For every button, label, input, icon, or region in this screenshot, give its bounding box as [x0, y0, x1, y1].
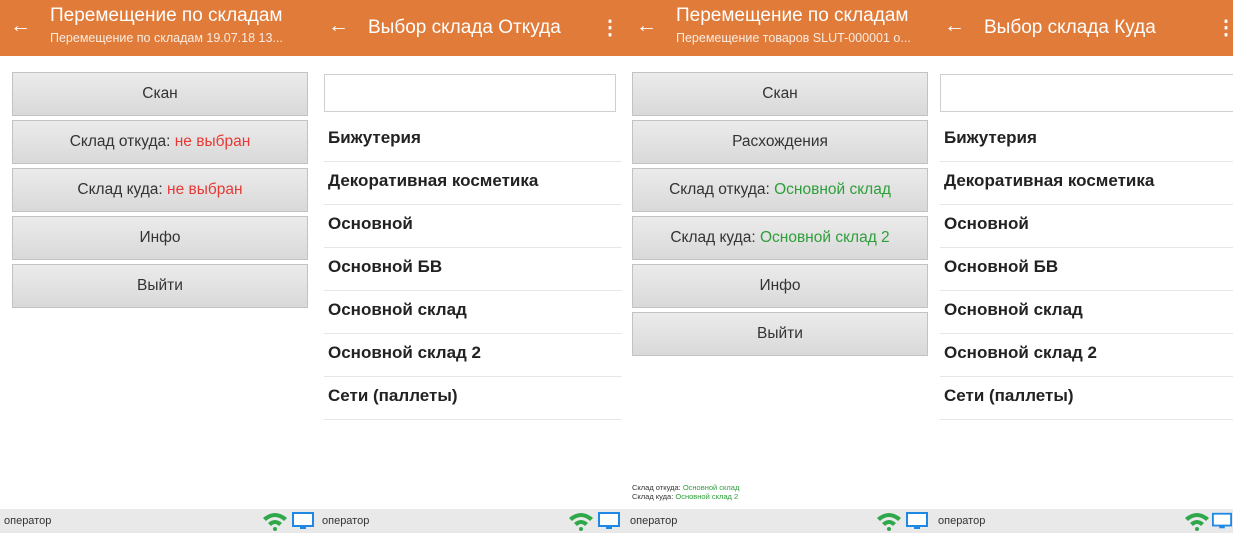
from-warehouse-button[interactable]: Склад откуда: Основной склад — [632, 168, 928, 212]
app-header: ← Выбор склада Откуда ⋮ — [318, 0, 626, 56]
list-item-label: Основной БВ — [328, 257, 443, 276]
list-item-label: Основной БВ — [944, 257, 1059, 276]
back-arrow-icon[interactable]: ← — [636, 14, 657, 38]
list-item[interactable]: Декоративная косметика — [324, 161, 622, 205]
list-item[interactable]: Основной склад 2 — [324, 333, 622, 377]
list-item[interactable]: Бижутерия — [324, 118, 622, 162]
more-vertical-icon[interactable]: ⋮ — [600, 16, 620, 40]
search-input[interactable] — [324, 74, 616, 112]
list-item-label: Декоративная косметика — [944, 171, 1155, 190]
more-vertical-icon[interactable]: ⋮ — [1216, 16, 1233, 40]
list-item-label: Основной склад — [328, 300, 467, 319]
wifi-icon — [263, 513, 287, 531]
back-arrow-icon[interactable]: ← — [10, 14, 31, 38]
panel-select-to: ← Выбор склада Куда ⋮ Бижутерия Декорати… — [934, 0, 1233, 533]
wifi-icon — [1185, 513, 1209, 531]
list-item-label: Сети (паллеты) — [328, 386, 458, 405]
to-warehouse-button[interactable]: Склад куда: Основной склад 2 — [632, 216, 928, 260]
to-warehouse-label: Склад куда: — [77, 181, 168, 198]
list-item-label: Основной — [944, 214, 1029, 233]
list-item[interactable]: Сети (паллеты) — [940, 376, 1233, 420]
list-item[interactable]: Сети (паллеты) — [324, 376, 622, 420]
info-button[interactable]: Инфо — [12, 216, 308, 260]
list-item[interactable]: Основной БВ — [940, 247, 1233, 291]
list-item-label: Основной склад 2 — [328, 343, 481, 362]
header-title: Выбор склада Откуда — [368, 17, 561, 38]
monitor-icon — [598, 512, 620, 529]
footer-from-value: Основной склад — [682, 483, 740, 492]
list-item[interactable]: Бижутерия — [940, 118, 1233, 162]
footer-from-warehouse: Склад откуда: Основной склад — [632, 483, 739, 492]
list-item-label: Основной — [328, 214, 413, 233]
list-item[interactable]: Основной — [324, 204, 622, 248]
list-item[interactable]: Основной склад 2 — [940, 333, 1233, 377]
status-bar: оператор — [934, 509, 1233, 533]
to-warehouse-value: не выбран — [167, 181, 243, 198]
list-item-label: Бижутерия — [944, 128, 1037, 147]
header-title: Перемещение по складам — [676, 5, 909, 26]
footer-to-value: Основной склад 2 — [675, 492, 739, 501]
list-item-label: Бижутерия — [328, 128, 421, 147]
list-item-label: Основной склад 2 — [944, 343, 1097, 362]
list-item[interactable]: Декоративная косметика — [940, 161, 1233, 205]
from-warehouse-label: Склад откуда: — [69, 133, 175, 150]
scan-button[interactable]: Скан — [12, 72, 308, 116]
list-item-label: Основной склад — [944, 300, 1083, 319]
monitor-icon — [292, 512, 314, 529]
list-item-label: Декоративная косметика — [328, 171, 539, 190]
panel-transfer-filled: ← Перемещение по складам Перемещение тов… — [626, 0, 934, 533]
header-title: Перемещение по складам — [50, 5, 283, 26]
exit-button[interactable]: Выйти — [632, 312, 928, 356]
footer-from-label: Склад откуда: — [632, 483, 683, 492]
footer-to-warehouse: Склад куда: Основной склад 2 — [632, 492, 738, 501]
app-header: ← Перемещение по складам Перемещение по … — [0, 0, 318, 56]
operator-label: оператор — [4, 515, 52, 527]
to-warehouse-value: Основной склад 2 — [759, 229, 890, 246]
header-subtitle: Перемещение по складам 19.07.18 13... — [50, 31, 283, 45]
operator-label: оператор — [938, 515, 986, 527]
from-warehouse-label: Склад откуда: — [669, 181, 775, 198]
search-input[interactable] — [940, 74, 1233, 112]
to-warehouse-label: Склад куда: — [670, 229, 760, 246]
header-subtitle: Перемещение товаров SLUT-000001 о... — [676, 31, 911, 45]
from-warehouse-button[interactable]: Склад откуда: не выбран — [12, 120, 308, 164]
operator-label: оператор — [322, 515, 370, 527]
info-button[interactable]: Инфо — [632, 264, 928, 308]
back-arrow-icon[interactable]: ← — [944, 14, 965, 38]
panel-transfer-main: ← Перемещение по складам Перемещение по … — [0, 0, 318, 533]
footer-to-label: Склад куда: — [632, 492, 676, 501]
app-header: ← Выбор склада Куда ⋮ — [934, 0, 1233, 56]
monitor-icon — [906, 512, 928, 529]
list-item[interactable]: Основной БВ — [324, 247, 622, 291]
list-item[interactable]: Основной склад — [324, 290, 622, 334]
scan-button[interactable]: Скан — [632, 72, 928, 116]
panel-select-from: ← Выбор склада Откуда ⋮ Бижутерия Декора… — [318, 0, 626, 533]
wifi-icon — [877, 513, 901, 531]
from-warehouse-value: Основной склад — [774, 181, 891, 198]
list-item-label: Сети (паллеты) — [944, 386, 1074, 405]
wifi-icon — [569, 513, 593, 531]
list-item[interactable]: Основной — [940, 204, 1233, 248]
to-warehouse-button[interactable]: Склад куда: не выбран — [12, 168, 308, 212]
from-warehouse-value: не выбран — [174, 133, 251, 150]
exit-button[interactable]: Выйти — [12, 264, 308, 308]
app-header: ← Перемещение по складам Перемещение тов… — [626, 0, 934, 56]
header-title: Выбор склада Куда — [984, 17, 1156, 38]
monitor-icon — [1212, 512, 1232, 529]
status-bar: оператор — [626, 509, 934, 533]
status-bar: оператор — [0, 509, 318, 533]
back-arrow-icon[interactable]: ← — [328, 14, 349, 38]
discrepancies-button[interactable]: Расхождения — [632, 120, 928, 164]
status-bar: оператор — [318, 509, 626, 533]
operator-label: оператор — [630, 515, 678, 527]
list-item[interactable]: Основной склад — [940, 290, 1233, 334]
